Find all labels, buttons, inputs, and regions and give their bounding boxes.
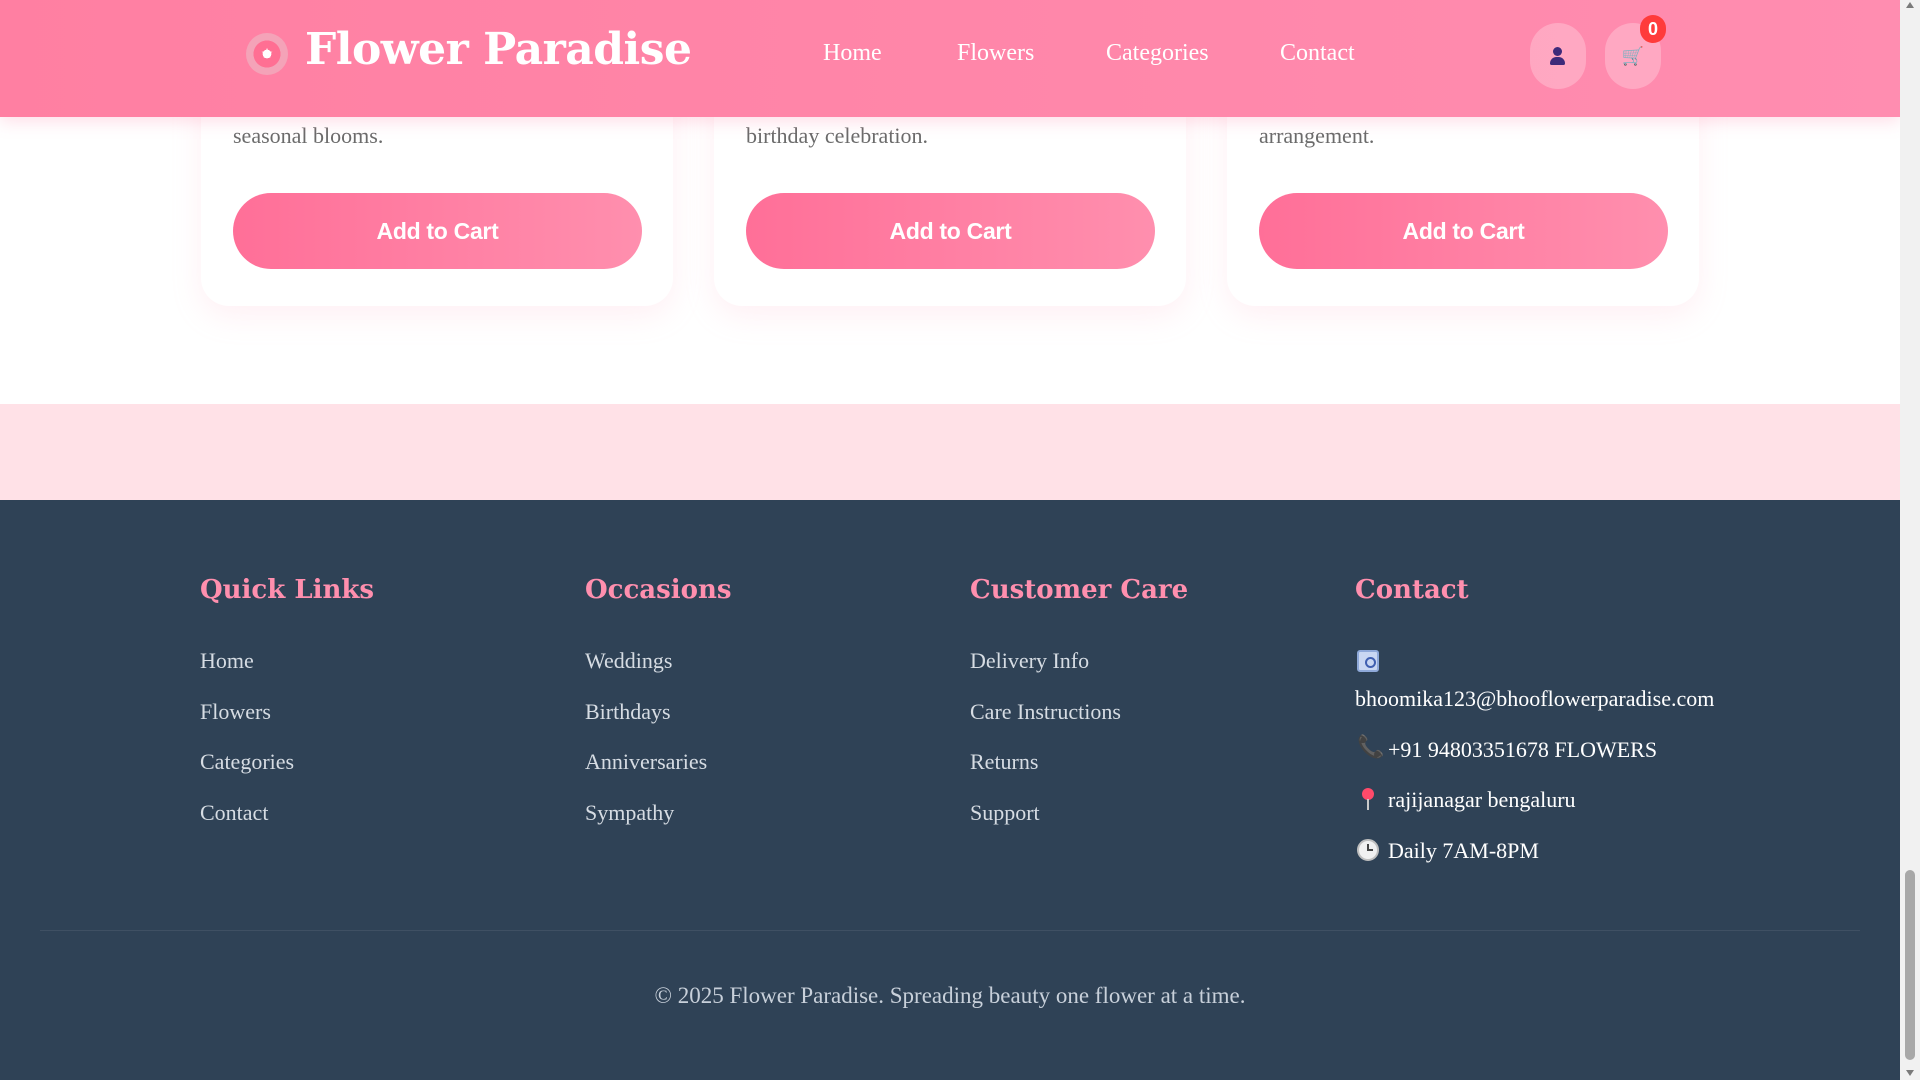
- contact-phone[interactable]: +91 94803351678 FLOWERS: [1388, 737, 1657, 763]
- contact-address: rajijanagar bengaluru: [1388, 787, 1576, 812]
- clock-icon: [1357, 839, 1379, 861]
- cart-icon: 🛒: [1621, 45, 1645, 67]
- footer-link-categories[interactable]: Categories: [200, 749, 294, 775]
- add-to-cart-button[interactable]: Add to Cart: [746, 193, 1155, 269]
- nav-categories[interactable]: Categories: [1106, 40, 1209, 67]
- footer-link-contact[interactable]: Contact: [200, 800, 268, 826]
- footer-customer-care-title: Customer Care: [970, 575, 1189, 605]
- footer-link-care-instructions[interactable]: Care Instructions: [970, 699, 1121, 725]
- footer-link-flowers[interactable]: Flowers: [200, 699, 271, 725]
- footer-link-sympathy[interactable]: Sympathy: [585, 800, 674, 826]
- contact-hours: Daily 7AM-8PM: [1388, 838, 1539, 863]
- add-to-cart-button[interactable]: Add to Cart: [233, 193, 642, 269]
- nav-contact[interactable]: Contact: [1280, 40, 1355, 67]
- scrollbar-thumb[interactable]: [1905, 870, 1915, 1060]
- account-button[interactable]: [1530, 23, 1586, 89]
- footer-link-birthdays[interactable]: Birthdays: [585, 699, 671, 725]
- footer-link-home[interactable]: Home: [200, 648, 254, 674]
- page-scrollbar[interactable]: [1900, 0, 1920, 1080]
- user-icon: [1548, 46, 1568, 66]
- site-header: Flower Paradise Home Flowers Categories …: [0, 0, 1900, 117]
- product-description: birthday celebration.: [746, 123, 929, 148]
- footer-link-weddings[interactable]: Weddings: [585, 648, 672, 674]
- add-to-cart-button[interactable]: Add to Cart: [1259, 193, 1668, 269]
- cart-count-badge: 0: [1640, 15, 1666, 43]
- flower-logo-icon[interactable]: [246, 33, 288, 75]
- footer-link-delivery-info[interactable]: Delivery Info: [970, 648, 1089, 674]
- phone-icon: 📞: [1357, 735, 1385, 760]
- nav-home[interactable]: Home: [823, 40, 882, 67]
- footer-contact-title: Contact: [1355, 575, 1469, 605]
- copyright-text: © 2025 Flower Paradise. Spreading beauty…: [654, 983, 1246, 1008]
- newsletter-band: [0, 404, 1900, 500]
- nav-flowers[interactable]: Flowers: [957, 40, 1034, 67]
- footer-link-returns[interactable]: Returns: [970, 749, 1038, 775]
- email-icon: [1357, 650, 1379, 672]
- scroll-up-arrow-icon[interactable]: [1906, 2, 1914, 8]
- location-pin-icon: [1357, 788, 1379, 810]
- brand-title[interactable]: Flower Paradise: [305, 24, 692, 75]
- footer-quick-links-title: Quick Links: [200, 575, 375, 605]
- product-description: seasonal blooms.: [233, 123, 384, 148]
- page: Flower Paradise Home Flowers Categories …: [0, 0, 1900, 1080]
- contact-email[interactable]: bhoomika123@bhooflowerparadise.com: [1355, 686, 1714, 712]
- footer-link-anniversaries[interactable]: Anniversaries: [585, 749, 707, 775]
- footer-divider: [40, 930, 1860, 931]
- scroll-down-arrow-icon[interactable]: [1906, 1070, 1914, 1076]
- footer-occasions-title: Occasions: [585, 575, 732, 605]
- product-description: arrangement.: [1259, 123, 1375, 148]
- footer-link-support[interactable]: Support: [970, 800, 1040, 826]
